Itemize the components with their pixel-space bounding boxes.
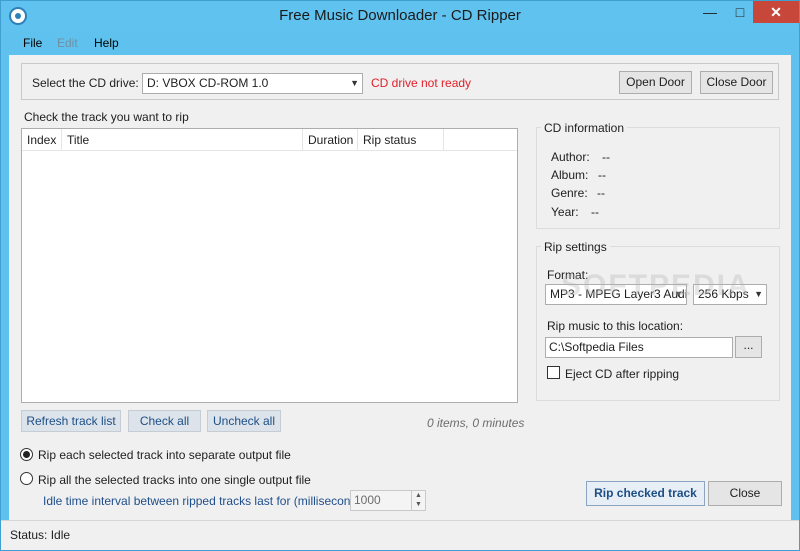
maximize-button[interactable]: □	[727, 1, 753, 23]
drive-label: Select the CD drive:	[32, 76, 139, 90]
rip-separate-radio[interactable]	[20, 448, 33, 461]
menu-help[interactable]: Help	[94, 36, 119, 50]
minimize-button[interactable]: —	[693, 1, 727, 23]
genre-value: --	[597, 186, 605, 200]
track-list-header: Index Title Duration Rip status	[22, 129, 517, 151]
chevron-down-icon: ▼	[350, 78, 359, 88]
spinner-arrows-icon[interactable]: ▲ ▼	[411, 491, 425, 510]
column-title[interactable]: Title	[62, 129, 303, 151]
rip-single-label: Rip all the selected tracks into one sin…	[38, 473, 311, 487]
close-window-button[interactable]: ✕	[753, 1, 799, 23]
check-all-button[interactable]: Check all	[128, 410, 201, 432]
title-bar[interactable]: Free Music Downloader - CD Ripper — □ ✕	[1, 1, 799, 31]
idle-interval-stepper[interactable]: 1000 ▲ ▼	[350, 490, 426, 511]
column-index[interactable]: Index	[22, 129, 62, 151]
close-door-button[interactable]: Close Door	[700, 71, 773, 94]
browse-button[interactable]: ...	[735, 336, 762, 358]
album-label: Album:	[551, 168, 589, 182]
column-duration[interactable]: Duration	[303, 129, 358, 151]
column-rip-status[interactable]: Rip status	[358, 129, 444, 151]
album-value: --	[598, 168, 606, 182]
menu-file[interactable]: File	[23, 36, 42, 50]
location-label: Rip music to this location:	[547, 319, 684, 333]
close-button[interactable]: Close	[708, 481, 782, 506]
cd-drive-selected: D: VBOX CD-ROM 1.0	[147, 76, 269, 90]
idle-interval-value: 1000	[354, 493, 381, 507]
app-window: Free Music Downloader - CD Ripper — □ ✕ …	[0, 0, 800, 551]
rip-settings-legend: Rip settings	[541, 240, 610, 254]
eject-label: Eject CD after ripping	[565, 367, 680, 381]
eject-checkbox[interactable]	[547, 366, 560, 379]
author-value: --	[602, 150, 610, 164]
location-input[interactable]: C:\Softpedia Files	[545, 337, 733, 358]
idle-interval-label: Idle time interval between ripped tracks…	[43, 494, 371, 508]
menu-edit[interactable]: Edit	[57, 36, 78, 50]
status-text: Status: Idle	[10, 528, 71, 542]
year-value: --	[591, 205, 599, 219]
softpedia-watermark: SOFTPEDIA	[561, 269, 751, 302]
rip-separate-label: Rip each selected track into separate ou…	[38, 448, 291, 462]
chevron-down-icon: ▼	[754, 289, 763, 299]
menu-bar: File Edit Help	[1, 31, 799, 55]
window-title: Free Music Downloader - CD Ripper	[279, 7, 521, 24]
refresh-track-list-button[interactable]: Refresh track list	[21, 410, 121, 432]
drive-status: CD drive not ready	[371, 76, 472, 90]
author-label: Author:	[551, 150, 590, 164]
status-bar: Status: Idle	[1, 520, 799, 550]
main-panel: Select the CD drive: D: VBOX CD-ROM 1.0 …	[9, 55, 791, 520]
uncheck-all-button[interactable]: Uncheck all	[207, 410, 281, 432]
genre-label: Genre:	[551, 186, 588, 200]
track-summary: 0 items, 0 minutes	[427, 416, 525, 430]
year-label: Year:	[551, 205, 579, 219]
cd-drive-select[interactable]: D: VBOX CD-ROM 1.0 ▼	[142, 73, 363, 94]
open-door-button[interactable]: Open Door	[619, 71, 692, 94]
rip-checked-track-button[interactable]: Rip checked track	[586, 481, 705, 506]
drive-group: Select the CD drive: D: VBOX CD-ROM 1.0 …	[21, 63, 779, 100]
track-list[interactable]: Index Title Duration Rip status	[21, 128, 518, 403]
cd-info-legend: CD information	[541, 121, 628, 135]
tracks-caption: Check the track you want to rip	[24, 110, 189, 124]
rip-single-radio[interactable]	[20, 472, 33, 485]
